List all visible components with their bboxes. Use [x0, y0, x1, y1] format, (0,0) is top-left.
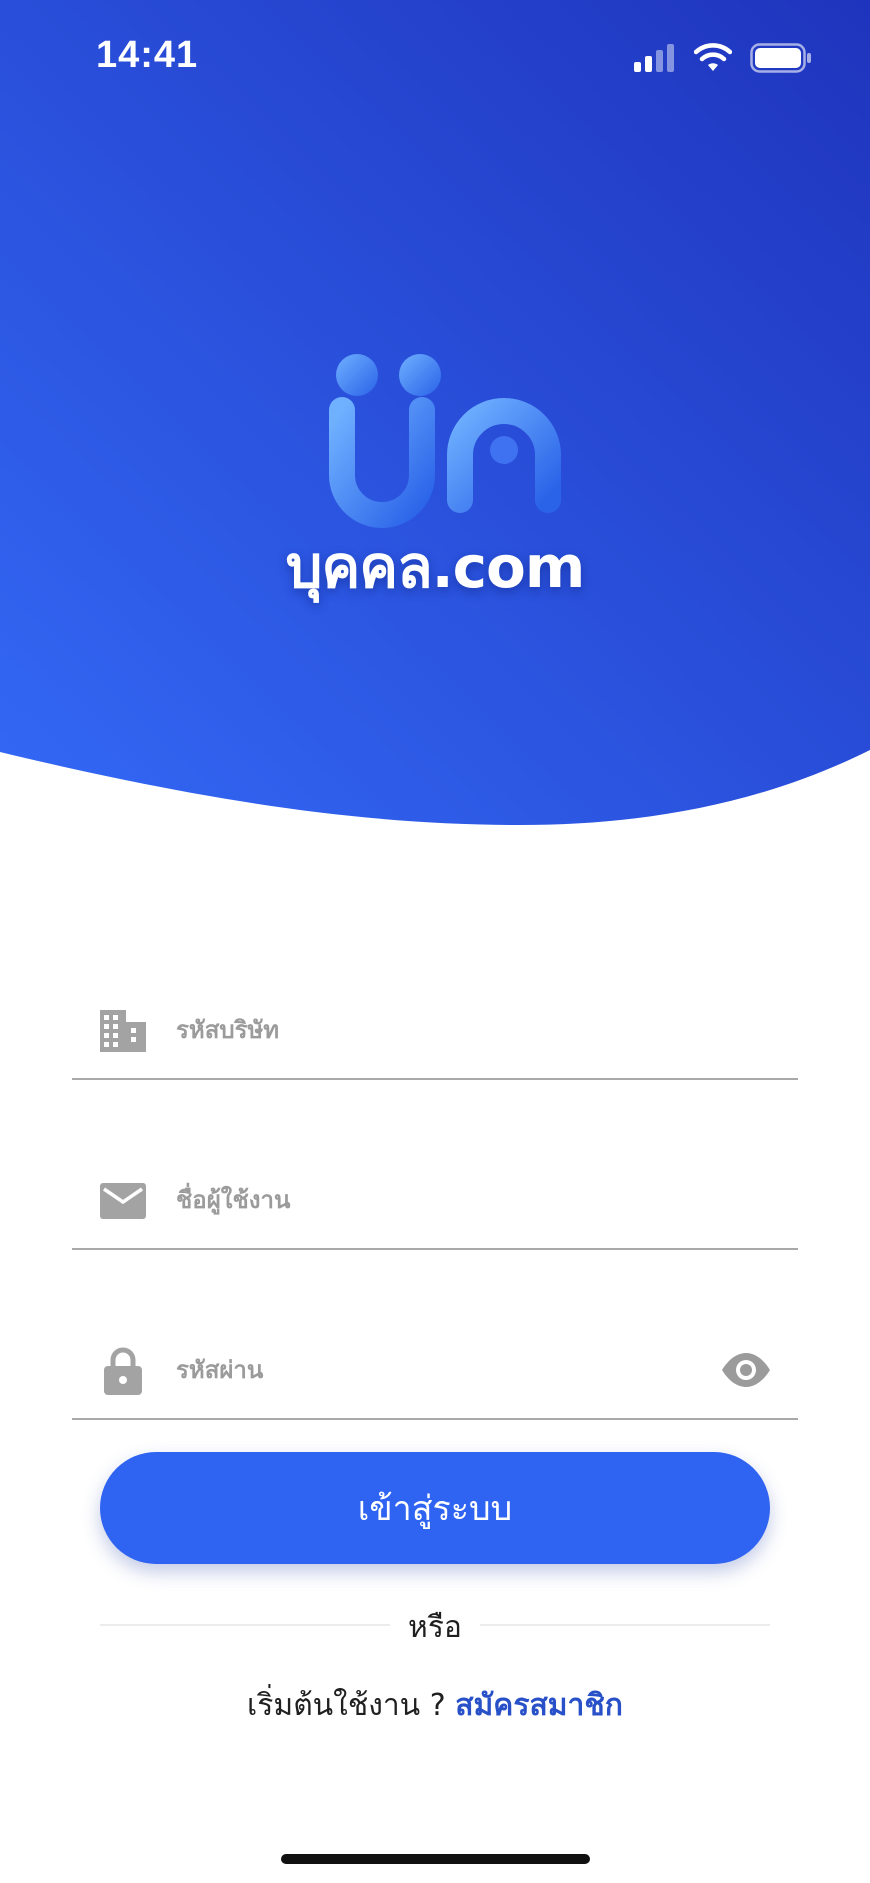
brand-name: บุคคล.com — [285, 533, 586, 601]
building-icon — [100, 1008, 146, 1054]
password-field[interactable] — [72, 1318, 798, 1420]
or-label: หรือ — [408, 1610, 462, 1645]
password-input[interactable] — [176, 1342, 696, 1398]
login-button[interactable]: เข้าสู่ระบบ — [100, 1452, 770, 1564]
signup-prompt: เริ่มต้นใช้งาน ? — [247, 1688, 446, 1723]
home-indicator[interactable] — [281, 1854, 590, 1864]
lock-icon — [100, 1347, 146, 1395]
eye-icon[interactable] — [720, 1350, 772, 1390]
signup-link[interactable]: สมัครสมาชิก — [455, 1688, 623, 1723]
mail-icon — [100, 1178, 146, 1224]
wifi-icon — [694, 43, 732, 71]
status-time: 14:41 — [96, 34, 199, 76]
or-divider: หรือ — [100, 1600, 770, 1650]
status-bar: 14:41 — [0, 0, 870, 120]
username-input[interactable] — [176, 1172, 696, 1228]
battery-icon — [750, 43, 811, 73]
cellular-signal-icon — [634, 44, 674, 72]
company-code-input[interactable] — [176, 1002, 696, 1058]
company-code-field[interactable] — [72, 978, 798, 1080]
username-field[interactable] — [72, 1148, 798, 1250]
status-icons — [634, 40, 812, 76]
signup-row: เริ่มต้นใช้งาน ? สมัครสมาชิก — [0, 1682, 870, 1729]
